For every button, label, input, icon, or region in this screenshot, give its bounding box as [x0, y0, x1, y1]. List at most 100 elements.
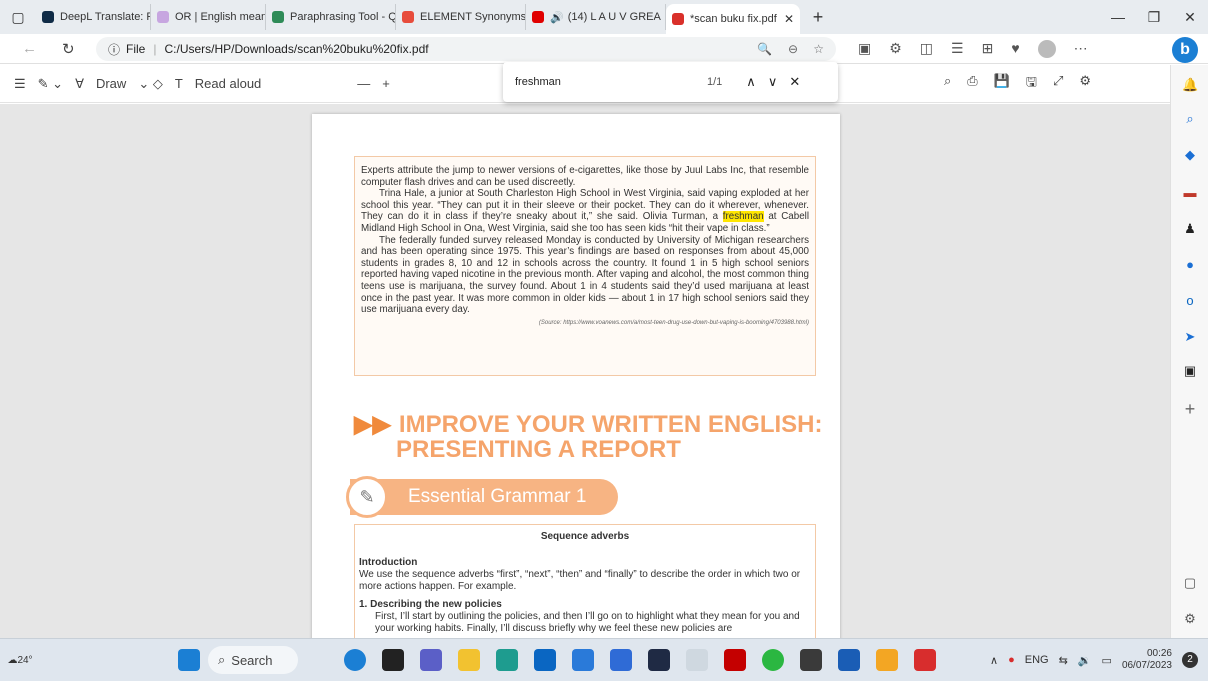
tab-actions-icon[interactable]: ▢ [0, 9, 36, 26]
close-icon[interactable]: ✕ [778, 12, 794, 26]
settings-icon[interactable]: ⚙ [1182, 611, 1198, 627]
mahjong-icon[interactable] [572, 649, 594, 671]
search-icon[interactable]: ⌕ [944, 73, 951, 95]
copilot-icon[interactable]: b [1172, 37, 1198, 63]
favorite-icon[interactable]: ☆ [813, 42, 824, 56]
intro-text: We use the sequence adverbs “first”, “ne… [359, 569, 801, 592]
print-icon[interactable]: ⎙ [967, 73, 977, 95]
highlight-icon[interactable]: ✎ ⌄ [38, 76, 63, 92]
network-icon[interactable]: ⇆ [1059, 654, 1068, 667]
tab-paraphrasing[interactable]: Paraphrasing Tool - Qu✕ [266, 4, 396, 30]
find-close-icon[interactable]: ✕ [789, 74, 800, 90]
extensions-icon[interactable]: ⚙ [889, 40, 902, 58]
refresh-icon[interactable]: ↻ [62, 40, 75, 58]
tab-label: Paraphrasing Tool - Qu [290, 11, 396, 23]
clock[interactable]: 00:26 06/07/2023 [1122, 648, 1172, 672]
store-icon[interactable] [534, 649, 556, 671]
outlook-icon[interactable]: o [1182, 293, 1198, 309]
send-icon[interactable]: ➤ [1182, 329, 1198, 345]
sidebar-toggle-icon[interactable]: ◫ [920, 40, 933, 58]
back-icon[interactable]: ← [22, 40, 37, 57]
intro-label: Introduction [359, 557, 418, 568]
whatsapp-icon[interactable] [762, 649, 784, 671]
save-as-icon[interactable]: 🖫 [1026, 73, 1037, 95]
netflix-icon[interactable] [724, 649, 746, 671]
info-icon[interactable]: ⓘ [108, 41, 120, 58]
favorites-icon[interactable]: ☰ [951, 40, 964, 58]
more-icon[interactable]: ⋯ [1074, 40, 1088, 58]
tag-icon[interactable]: ◆ [1182, 147, 1198, 163]
text-icon[interactable]: T [175, 76, 183, 91]
copilot-icon[interactable] [344, 649, 366, 671]
thesaurus-icon [402, 11, 414, 23]
games-icon[interactable]: ♟ [1182, 221, 1198, 237]
settings-icon[interactable]: ⚙ [1079, 73, 1091, 95]
search-icon: ⌕ [218, 652, 226, 667]
zoom-out-icon[interactable]: — [357, 76, 370, 91]
zoom-icon[interactable]: ⊖ [788, 42, 798, 56]
address-field[interactable]: ⓘ File | C:/Users/HP/Downloads/scan%20bu… [96, 37, 836, 61]
find-input[interactable]: freshman [515, 76, 695, 88]
article-box: Experts attribute the jump to newer vers… [354, 156, 816, 376]
edge-icon[interactable] [496, 649, 518, 671]
search-icon[interactable]: ⌕ [1182, 111, 1198, 127]
read-aloud-icon[interactable]: 🔍 [757, 42, 772, 56]
save-icon[interactable]: 💾 [994, 73, 1010, 95]
microsoft365-icon[interactable]: ● [1182, 257, 1198, 273]
add-icon[interactable]: + [1182, 400, 1198, 418]
ship-icon[interactable] [800, 649, 822, 671]
find-previous-icon[interactable]: ∧ [746, 74, 756, 90]
notification-badge[interactable]: 2 [1182, 652, 1198, 668]
tab-or-meaning[interactable]: OR | English meaning✕ [151, 4, 266, 30]
tv-icon[interactable]: ▣ [1182, 363, 1198, 379]
profile-avatar[interactable] [1037, 39, 1056, 58]
minimize-icon[interactable]: — [1100, 9, 1136, 26]
audio-icon[interactable]: 🔊 [550, 11, 564, 24]
tab-label: *scan buku fix.pdf [690, 13, 777, 25]
grammar-box: Sequence adverbs Introduction We use the… [354, 524, 816, 638]
draw-icon[interactable]: ∀ [75, 76, 84, 92]
file-explorer-icon[interactable] [458, 649, 480, 671]
find-next-icon[interactable]: ∨ [768, 74, 778, 90]
tray-app-icon[interactable]: ● [1008, 654, 1015, 666]
collections-icon[interactable]: ⊞ [982, 40, 994, 58]
tab-pdf-active[interactable]: *scan buku fix.pdf ✕ [666, 4, 800, 34]
close-window-icon[interactable]: ✕ [1172, 9, 1208, 26]
read-aloud-button[interactable]: Read aloud [195, 76, 262, 91]
tab-deepl[interactable]: DeepL Translate: Pener✕ [36, 4, 151, 30]
toolbox-icon[interactable]: ▬ [1182, 185, 1198, 201]
panel-icon[interactable]: ▢ [1182, 575, 1198, 591]
start-icon[interactable] [178, 649, 200, 671]
edge-sidebar: 🔔 ⌕ ◆ ▬ ♟ ● o ➤ ▣ + ▢ ⚙ [1170, 65, 1208, 638]
bell-icon[interactable]: 🔔 [1182, 77, 1198, 93]
language-indicator[interactable]: ENG [1025, 654, 1049, 666]
taskbar: ☁24° ⌕ Search ∧ ● ENG ⇆ 🔉 ▭ 00:26 06/07/2… [0, 638, 1208, 681]
volume-icon[interactable]: 🔉 [1078, 654, 1092, 667]
search-box[interactable]: ⌕ Search [208, 646, 298, 674]
battery-icon[interactable]: ▭ [1102, 654, 1112, 667]
contents-icon[interactable]: ☰ [14, 76, 26, 92]
app-icon[interactable] [876, 649, 898, 671]
task-view-icon[interactable] [382, 649, 404, 671]
heading-line: IMPROVE YOUR WRITTEN ENGLISH: [398, 411, 823, 438]
chevron-up-icon[interactable]: ∧ [990, 654, 998, 667]
pdf-app-icon[interactable] [914, 649, 936, 671]
tab-element-synonyms[interactable]: ELEMENT Synonyms: 4✕ [396, 4, 526, 30]
fullscreen-icon[interactable]: ⤢ [1053, 73, 1063, 95]
draw-button[interactable]: Draw [96, 76, 126, 91]
split-screen-icon[interactable]: ▣ [858, 40, 871, 58]
sticky-notes-icon[interactable] [648, 649, 670, 671]
weather-widget[interactable]: ☁24° [0, 655, 40, 666]
wifi-app-icon[interactable] [686, 649, 708, 671]
word-icon[interactable] [838, 649, 860, 671]
time: 00:26 [1146, 648, 1172, 659]
teams-icon[interactable] [420, 649, 442, 671]
restore-icon[interactable]: ❐ [1136, 9, 1172, 26]
erase-icon[interactable]: ⌄ ◇ [138, 76, 163, 92]
tab-youtube[interactable]: 🔊 (14) L A U V GREA✕ [526, 4, 666, 30]
pdf-viewer[interactable]: Experts attribute the jump to newer vers… [0, 104, 1170, 638]
zoom-in-icon[interactable]: + [382, 76, 390, 91]
new-tab-icon[interactable]: + [800, 7, 836, 28]
performance-icon[interactable]: ♥ [1011, 40, 1019, 58]
chrome-icon[interactable] [610, 649, 632, 671]
